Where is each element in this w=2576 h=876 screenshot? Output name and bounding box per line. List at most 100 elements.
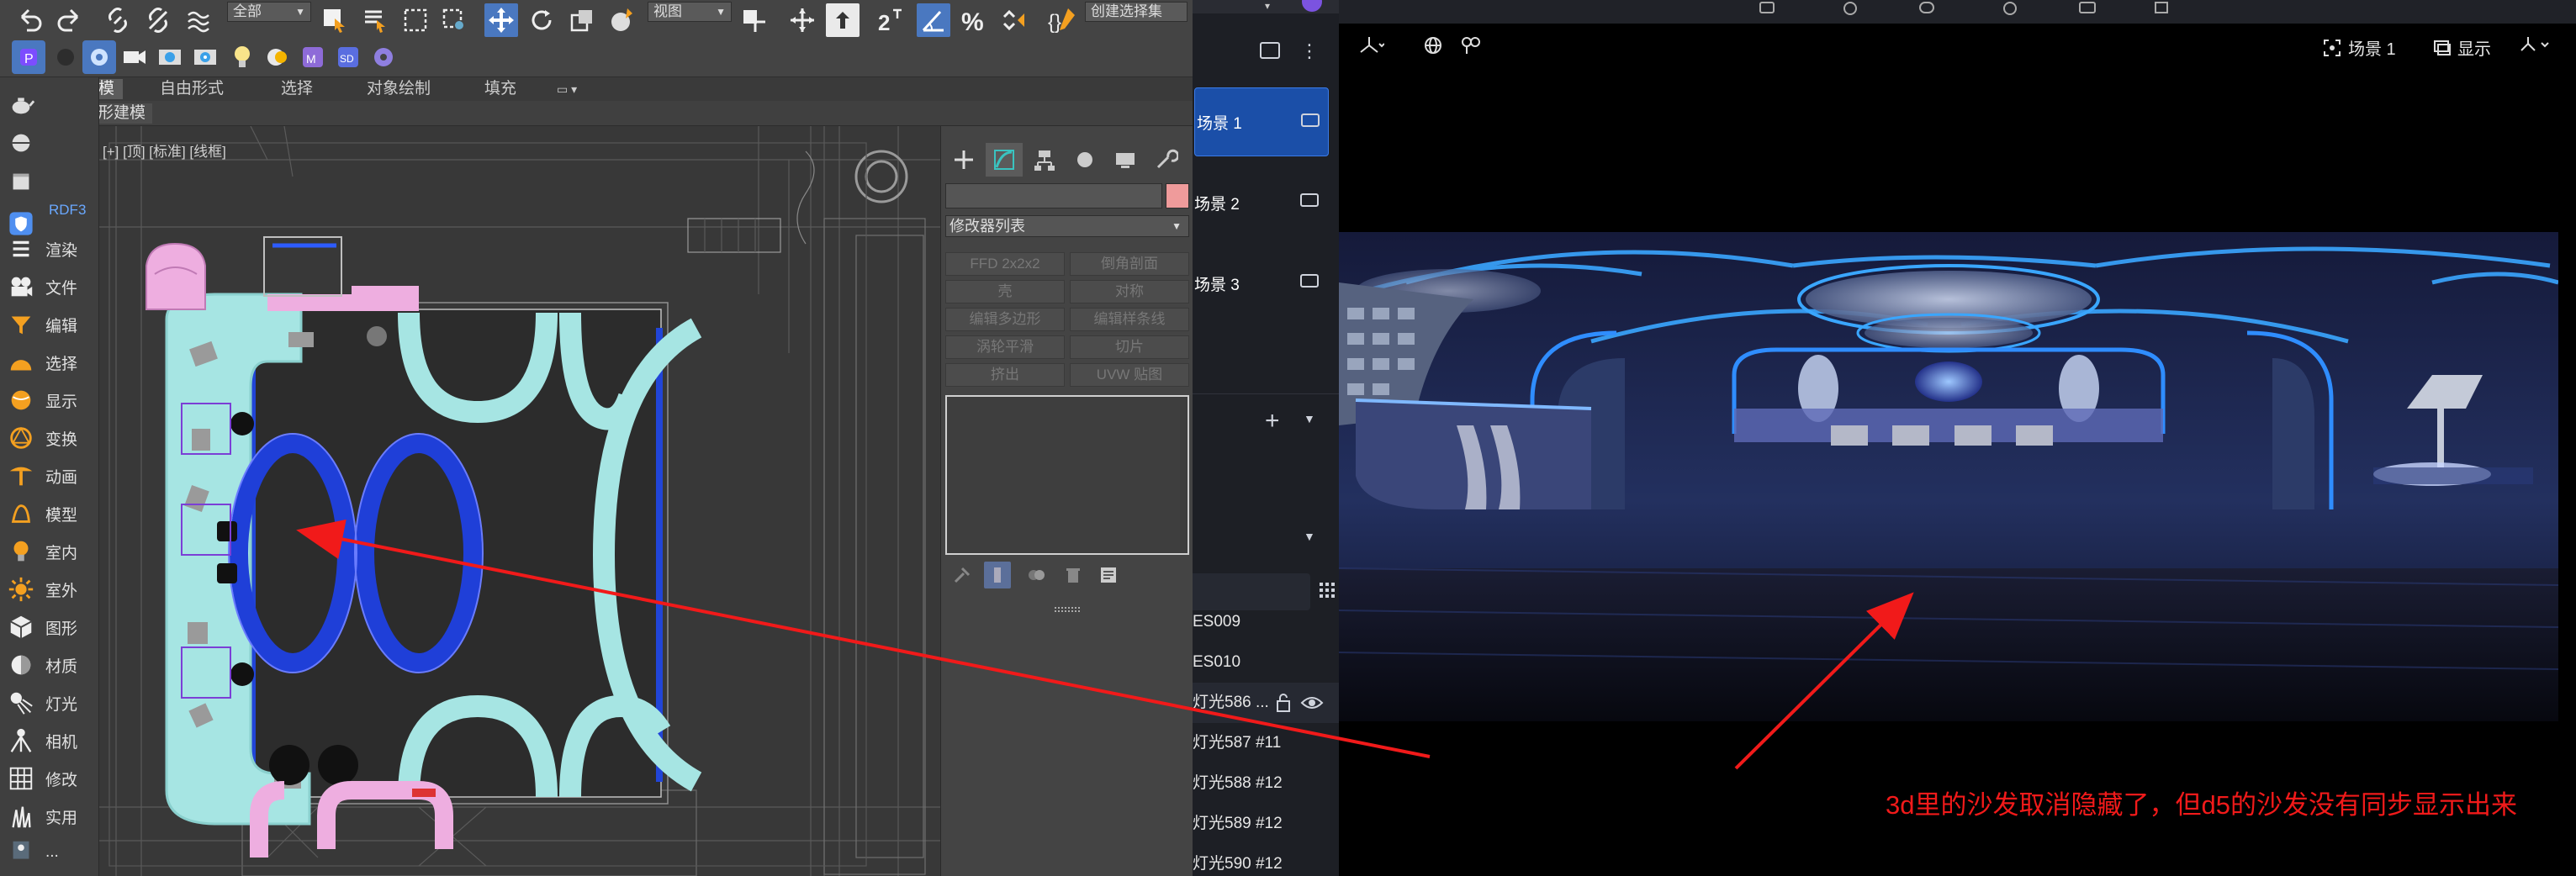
mod-symmetry-button[interactable]: 对称 [1070, 280, 1189, 303]
tab-selection[interactable]: 选择 [272, 79, 321, 99]
mod-shell-button[interactable]: 壳 [945, 280, 1065, 303]
modify-tab-icon[interactable] [986, 143, 1023, 177]
material-editor-icon[interactable] [261, 40, 294, 74]
light-bulb-icon[interactable] [225, 40, 259, 74]
cmd-display[interactable]: 显示 [0, 382, 99, 419]
cmd-lights[interactable]: 灯光 [0, 684, 99, 721]
render-frame-icon[interactable] [153, 40, 187, 74]
motion-tab-icon[interactable] [1066, 143, 1103, 177]
mod-turbosmooth-button[interactable]: 涡轮平滑 [945, 335, 1065, 359]
hierarchy-tab-icon[interactable] [1026, 143, 1063, 177]
render-setup-icon[interactable] [82, 40, 116, 74]
scene-item-3[interactable]: 场景 3 [1193, 249, 1339, 318]
scale-icon[interactable] [565, 3, 599, 37]
list-item[interactable]: ES009 [1193, 602, 1339, 642]
rotate-icon[interactable] [525, 3, 558, 37]
sync-plugin-icon[interactable]: SD [331, 40, 365, 74]
cmd-edit[interactable]: 编辑 [0, 306, 99, 343]
tab-object-paint[interactable]: 对象绘制 [358, 79, 439, 99]
display-menu[interactable]: 显示 [2432, 35, 2491, 60]
collapse-chevron-icon-2[interactable]: ▼ [1304, 530, 1315, 543]
manipulate-icon[interactable] [785, 3, 819, 37]
teapot-create[interactable] [0, 86, 99, 123]
script-icon[interactable]: M [296, 40, 330, 74]
list-item[interactable]: 灯光587 #11 [1193, 723, 1339, 763]
mod-bevel-profile-button[interactable]: 倒角剖面 [1070, 252, 1189, 276]
cmd-material[interactable]: 材质 [0, 646, 99, 683]
configure-sets-icon[interactable] [1095, 562, 1122, 588]
toolbar-icon[interactable] [1759, 2, 1775, 13]
snap-toggle-icon[interactable]: 2 [875, 3, 908, 37]
link-icon[interactable] [101, 3, 135, 37]
cmd-camera[interactable]: 相机 [0, 722, 99, 759]
move-icon[interactable] [484, 3, 518, 37]
select-object-icon[interactable] [318, 3, 352, 37]
mod-uvw-map-button[interactable]: UVW 贴图 [1070, 363, 1189, 387]
cmd-shapes[interactable]: 图形 [0, 609, 99, 646]
panel-resize-handle[interactable] [1055, 607, 1080, 612]
visibility-eye-icon[interactable] [1300, 694, 1324, 711]
select-by-name-icon[interactable] [358, 3, 392, 37]
toolbar-icon[interactable] [1843, 2, 1857, 15]
grid-view-icon[interactable] [1317, 580, 1337, 600]
object-name-field[interactable] [945, 183, 1162, 208]
rect-selection-icon[interactable] [399, 3, 432, 37]
tab-freeform[interactable]: 自由形式 [151, 79, 232, 99]
modifier-list-dropdown[interactable]: 修改器列表 ▼ [945, 215, 1189, 237]
selection-filter-dropdown[interactable]: 全部 ▼ [227, 2, 311, 22]
mod-slice-button[interactable]: 切片 [1070, 335, 1189, 359]
list-item[interactable]: 灯光590 #12 [1193, 844, 1339, 876]
create-tab-icon[interactable] [945, 143, 982, 177]
toolbar-icon[interactable] [2003, 2, 2017, 15]
scene-more-icon[interactable]: ⋮ [1300, 40, 1319, 62]
mod-edit-poly-button[interactable]: 编辑多边形 [945, 308, 1065, 331]
camera-record-icon[interactable] [118, 40, 151, 74]
show-end-result-icon[interactable] [984, 562, 1011, 588]
sphere-create[interactable] [0, 124, 99, 161]
list-item[interactable]: ES010 [1193, 642, 1339, 683]
spinner-snap-icon[interactable] [997, 3, 1031, 37]
add-scene-icon[interactable] [1260, 42, 1280, 59]
edit-named-sets-icon[interactable]: {} [1045, 3, 1078, 37]
settings-gear-icon[interactable] [367, 40, 400, 74]
undo-icon[interactable] [12, 3, 45, 37]
image-icon[interactable] [2155, 2, 2168, 13]
modifier-stack[interactable] [945, 395, 1189, 555]
cmd-interior[interactable]: 室内 [0, 533, 99, 570]
object-color-swatch[interactable] [1166, 183, 1189, 208]
viewport-label[interactable]: [+] [顶] [标准] [线框] [103, 140, 226, 161]
scene-selector[interactable]: 场景 1 [2323, 35, 2396, 60]
scene-item-1[interactable]: 场景 1 [1194, 87, 1329, 156]
d5-menu-arrow-icon[interactable]: ▾ [1265, 0, 1285, 12]
ribbon-options-dropdown[interactable]: ▭ ▾ [548, 79, 585, 99]
cmd-file[interactable]: 文件 [0, 268, 99, 305]
place-icon[interactable] [606, 3, 639, 37]
chat-icon[interactable] [1919, 2, 1934, 13]
cmd-model[interactable]: 模型 [0, 495, 99, 532]
lock-icon[interactable] [1275, 693, 1292, 713]
display-tab-icon[interactable] [1107, 143, 1144, 177]
collapse-chevron-icon[interactable]: ▼ [1304, 412, 1315, 425]
redo-icon[interactable] [54, 3, 87, 37]
box-create[interactable] [0, 163, 99, 200]
pin-plugin-icon[interactable] [1460, 35, 1482, 55]
cmd-exterior[interactable]: 室外 [0, 571, 99, 608]
make-unique-icon[interactable] [1023, 562, 1050, 588]
pivot-center-icon[interactable] [737, 3, 770, 37]
remove-modifier-icon[interactable] [1060, 562, 1087, 588]
mod-edit-spline-button[interactable]: 编辑样条线 [1070, 308, 1189, 331]
mod-extrude-button[interactable]: 挤出 [945, 363, 1065, 387]
window-crossing-icon[interactable] [437, 3, 471, 37]
cmd-modify[interactable]: 修改 [0, 760, 99, 797]
utilities-tab-icon[interactable] [1147, 143, 1184, 177]
percent-snap-icon[interactable]: % [957, 3, 991, 37]
pin-stack-icon[interactable] [949, 562, 976, 588]
angle-snap-icon[interactable] [917, 3, 950, 37]
keyboard-shortcut-icon[interactable] [826, 3, 860, 37]
cmd-transform[interactable]: 变换 [0, 420, 99, 456]
plugin-icon[interactable]: P [12, 40, 45, 74]
cmd-more[interactable]: ... [0, 834, 99, 871]
sphere-dim-icon[interactable] [49, 40, 82, 74]
view-options-icon[interactable] [2520, 35, 2550, 54]
list-item[interactable]: 灯光589 #12 [1193, 804, 1339, 844]
